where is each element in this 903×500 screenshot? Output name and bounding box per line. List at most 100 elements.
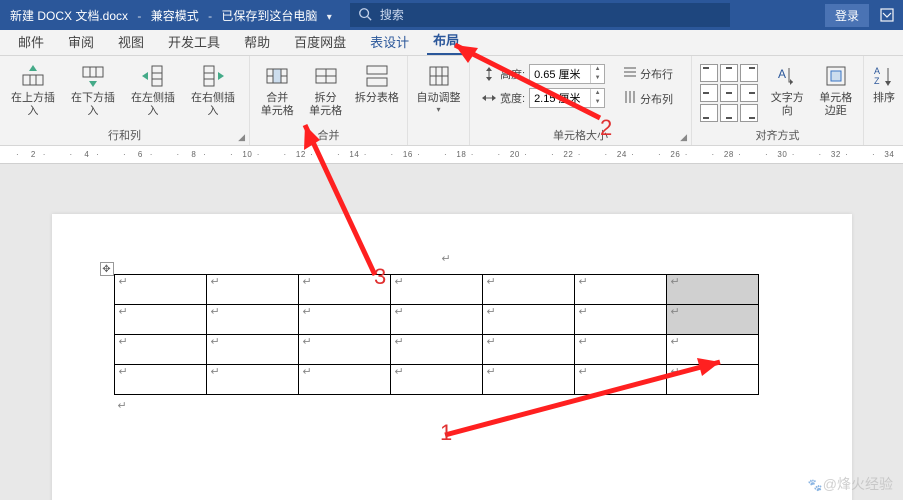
spin-up-icon[interactable]: ▲ bbox=[591, 65, 604, 74]
paragraph-mark: ↵ bbox=[118, 399, 842, 412]
table-cell[interactable]: ↵ bbox=[206, 335, 298, 365]
insert-above-button[interactable]: 在上方插入 bbox=[4, 60, 62, 120]
login-button[interactable]: 登录 bbox=[825, 4, 869, 27]
ribbon-options-icon[interactable] bbox=[879, 7, 895, 23]
width-label: 宽度: bbox=[500, 90, 525, 106]
distribute-rows-button[interactable]: 分布行 bbox=[619, 64, 677, 83]
dialog-launcher-icon[interactable]: ◢ bbox=[680, 132, 687, 143]
table-cell[interactable]: ↵ bbox=[298, 365, 390, 395]
table-row[interactable]: ↵↵↵↵↵↵↵ bbox=[114, 305, 758, 335]
group-label-merge: 合并 bbox=[250, 127, 407, 145]
table-cell[interactable]: ↵ bbox=[114, 365, 206, 395]
table-cell[interactable]: ↵ bbox=[114, 305, 206, 335]
tab-table-design[interactable]: 表设计 bbox=[364, 28, 415, 55]
width-input[interactable] bbox=[530, 92, 590, 104]
svg-text:A: A bbox=[778, 67, 786, 81]
split-cells-icon bbox=[312, 62, 340, 90]
page[interactable]: ↵ ✥ ↵↵↵↵↵↵↵ ↵↵↵↵↵↵↵ ↵↵↵↵↵↵↵ ↵↵↵↵↵↵↵ ↵ bbox=[52, 214, 852, 500]
spin-up-icon[interactable]: ▲ bbox=[591, 89, 604, 98]
split-table-button[interactable]: 拆分表格 bbox=[351, 60, 403, 107]
height-label: 高度: bbox=[500, 66, 525, 82]
table-cell[interactable]: ↵ bbox=[206, 305, 298, 335]
align-bottom-right[interactable] bbox=[740, 104, 758, 122]
table-cell-selected[interactable]: ↵ bbox=[666, 305, 758, 335]
table-cell[interactable]: ↵ bbox=[390, 275, 482, 305]
table-cell[interactable]: ↵ bbox=[574, 365, 666, 395]
insert-above-icon bbox=[19, 62, 47, 90]
chevron-down-icon: ▾ bbox=[436, 105, 440, 114]
compat-mode: 兼容模式 bbox=[151, 9, 199, 23]
ribbon: 在上方插入 在下方插入 在左侧插入 在右侧插入 行和列 ◢ 合并 单元格 bbox=[0, 56, 903, 146]
split-cells-button[interactable]: 拆分 单元格 bbox=[302, 60, 348, 120]
align-middle-right[interactable] bbox=[740, 84, 758, 102]
document-area[interactable]: ↵ ✥ ↵↵↵↵↵↵↵ ↵↵↵↵↵↵↵ ↵↵↵↵↵↵↵ ↵↵↵↵↵↵↵ ↵ bbox=[0, 164, 903, 500]
merge-cells-icon bbox=[263, 62, 291, 90]
distribute-cols-button[interactable]: 分布列 bbox=[619, 89, 677, 108]
table-row[interactable]: ↵↵↵↵↵↵↵ bbox=[114, 275, 758, 305]
table-cell[interactable]: ↵ bbox=[482, 365, 574, 395]
spin-down-icon[interactable]: ▼ bbox=[591, 98, 604, 107]
table-cell[interactable]: ↵ bbox=[206, 365, 298, 395]
chevron-down-icon[interactable]: ▾ bbox=[327, 12, 332, 23]
table-cell[interactable]: ↵ bbox=[298, 275, 390, 305]
align-top-left[interactable] bbox=[700, 64, 718, 82]
distribute-cols-icon bbox=[623, 90, 637, 107]
align-bottom-left[interactable] bbox=[700, 104, 718, 122]
tab-help[interactable]: 帮助 bbox=[238, 28, 276, 55]
group-cell-size: 高度: ▲▼ 宽度: ▲▼ bbox=[470, 56, 692, 145]
table-cell[interactable]: ↵ bbox=[482, 275, 574, 305]
tab-mail[interactable]: 邮件 bbox=[12, 28, 50, 55]
height-input[interactable] bbox=[530, 68, 590, 80]
align-middle-left[interactable] bbox=[700, 84, 718, 102]
table-cell[interactable]: ↵ bbox=[574, 335, 666, 365]
table-row[interactable]: ↵↵↵↵↵↵↵ bbox=[114, 365, 758, 395]
tab-layout[interactable]: 布局 bbox=[427, 26, 465, 55]
cell-margins-button[interactable]: 单元格 边距 bbox=[813, 60, 860, 120]
alignment-grid bbox=[696, 60, 762, 122]
align-middle-center[interactable] bbox=[720, 84, 738, 102]
table-cell[interactable]: ↵ bbox=[298, 335, 390, 365]
split-table-icon bbox=[363, 62, 391, 90]
insert-below-button[interactable]: 在下方插入 bbox=[64, 60, 122, 120]
insert-right-icon bbox=[199, 62, 227, 90]
table-cell[interactable]: ↵ bbox=[482, 335, 574, 365]
table-cell[interactable]: ↵ bbox=[574, 275, 666, 305]
table-cell[interactable]: ↵ bbox=[114, 335, 206, 365]
table-cell[interactable]: ↵ bbox=[390, 335, 482, 365]
insert-right-button[interactable]: 在右侧插入 bbox=[184, 60, 242, 120]
tab-devtools[interactable]: 开发工具 bbox=[162, 28, 226, 55]
table-cell[interactable]: ↵ bbox=[574, 305, 666, 335]
tab-view[interactable]: 视图 bbox=[112, 28, 150, 55]
table-cell[interactable]: ↵ bbox=[390, 365, 482, 395]
merge-cells-button[interactable]: 合并 单元格 bbox=[254, 60, 300, 120]
spin-down-icon[interactable]: ▼ bbox=[591, 74, 604, 83]
group-sort: AZ 排序 bbox=[864, 56, 903, 145]
autofit-button[interactable]: 自动调整 ▾ bbox=[412, 60, 465, 116]
search-input[interactable] bbox=[380, 8, 680, 22]
table-cell[interactable]: ↵ bbox=[206, 275, 298, 305]
horizontal-ruler[interactable]: 2 4 6 8 10 12 14 16 18 20 22 24 26 28 30… bbox=[0, 146, 903, 164]
word-table[interactable]: ↵↵↵↵↵↵↵ ↵↵↵↵↵↵↵ ↵↵↵↵↵↵↵ ↵↵↵↵↵↵↵ bbox=[114, 274, 759, 395]
text-direction-button[interactable]: A 文字方向 bbox=[764, 60, 811, 120]
table-cell-selected[interactable]: ↵ bbox=[666, 275, 758, 305]
text-direction-icon: A bbox=[773, 62, 801, 90]
table-cell[interactable]: ↵ bbox=[666, 335, 758, 365]
dialog-launcher-icon[interactable]: ◢ bbox=[238, 132, 245, 143]
table-cell[interactable]: ↵ bbox=[390, 305, 482, 335]
height-spinner[interactable]: ▲▼ bbox=[529, 64, 605, 84]
table-row[interactable]: ↵↵↵↵↵↵↵ bbox=[114, 335, 758, 365]
table-move-handle[interactable]: ✥ bbox=[100, 262, 114, 276]
tab-review[interactable]: 审阅 bbox=[62, 28, 100, 55]
align-top-right[interactable] bbox=[740, 64, 758, 82]
table-cell[interactable]: ↵ bbox=[114, 275, 206, 305]
insert-left-button[interactable]: 在左侧插入 bbox=[124, 60, 182, 120]
align-top-center[interactable] bbox=[720, 64, 738, 82]
search-box[interactable] bbox=[350, 3, 730, 27]
align-bottom-center[interactable] bbox=[720, 104, 738, 122]
table-cell[interactable]: ↵ bbox=[298, 305, 390, 335]
tab-baidu[interactable]: 百度网盘 bbox=[288, 28, 352, 55]
sort-button[interactable]: AZ 排序 bbox=[868, 60, 900, 107]
table-cell[interactable]: ↵ bbox=[482, 305, 574, 335]
table-cell[interactable]: ↵ bbox=[666, 365, 758, 395]
width-spinner[interactable]: ▲▼ bbox=[529, 88, 605, 108]
